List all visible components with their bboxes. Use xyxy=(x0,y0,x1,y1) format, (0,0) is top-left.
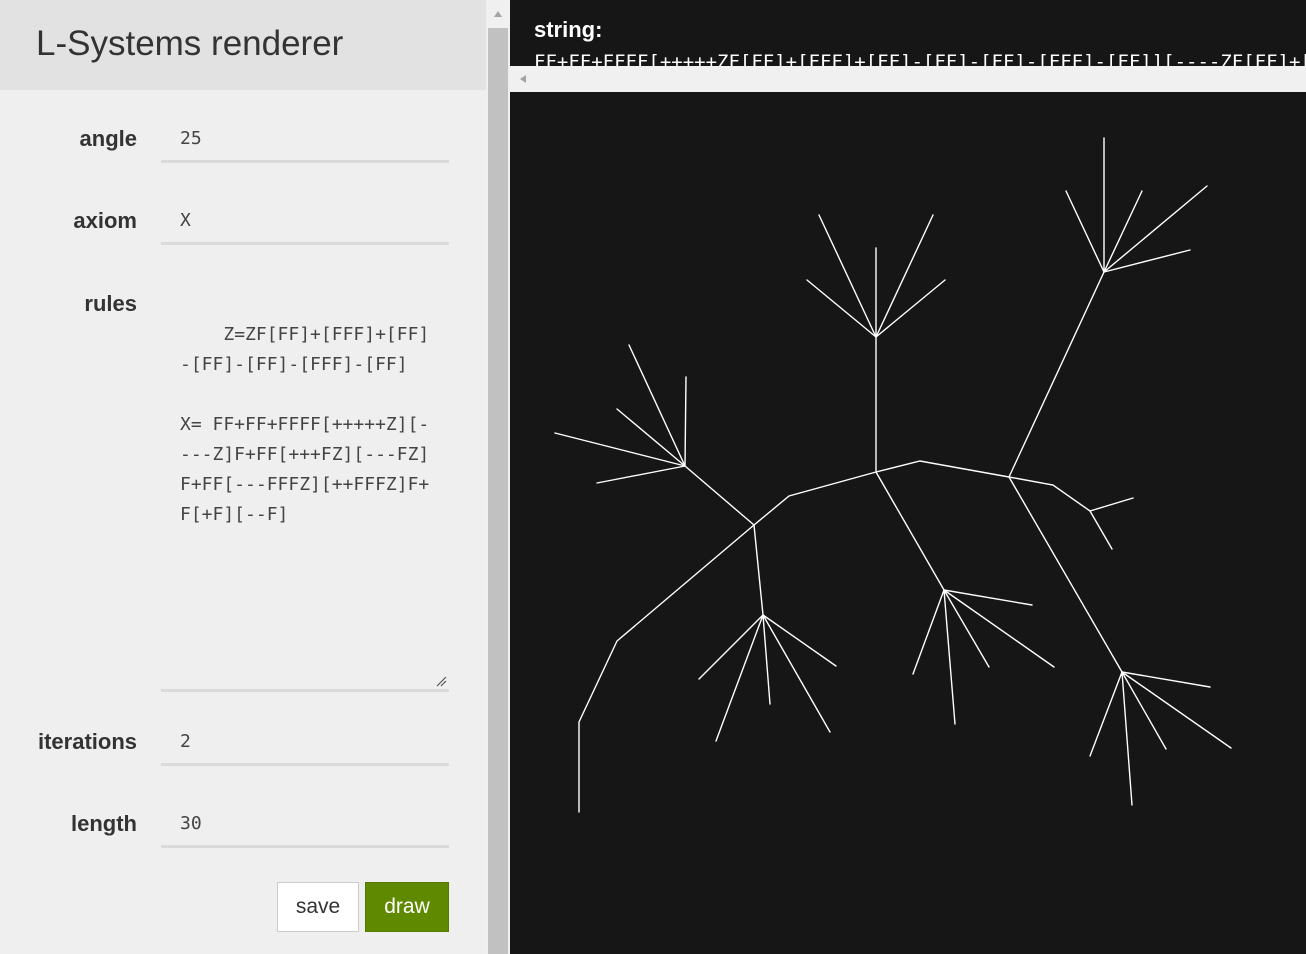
branch-line xyxy=(762,614,771,705)
length-input[interactable]: 30 xyxy=(161,802,449,848)
header: L-Systems renderer xyxy=(0,0,486,90)
axiom-input[interactable]: X xyxy=(161,199,449,245)
draw-button[interactable]: draw xyxy=(365,882,449,932)
string-output: string: FF+FF+FFFF[+++++ZF[FF]+[FFF]+[FF… xyxy=(510,0,1306,92)
page-title: L-Systems renderer xyxy=(36,24,344,63)
branch-line xyxy=(1089,510,1113,550)
length-label: length xyxy=(71,811,137,836)
axiom-label: axiom xyxy=(73,208,137,233)
branch-line xyxy=(698,614,764,680)
branch-line xyxy=(943,589,1055,668)
branch-line xyxy=(715,614,764,742)
branch-line xyxy=(943,589,956,725)
branch-line xyxy=(806,279,877,338)
angle-input[interactable]: 25 xyxy=(161,117,449,163)
string-label: string: xyxy=(534,17,603,42)
rules-textarea[interactable]: Z=ZF[FF]+[FFF]+[FF]-[FF]-[FF]-[FFF]-[FF]… xyxy=(161,286,449,692)
branch-line xyxy=(875,471,945,591)
branch-line xyxy=(1008,271,1105,478)
branch-line xyxy=(1121,671,1133,806)
branch-line xyxy=(1089,671,1123,757)
drawing-canvas xyxy=(554,137,1232,813)
triangle-up-icon xyxy=(494,11,502,17)
branch-line xyxy=(912,589,945,675)
branch-line xyxy=(875,214,934,338)
branch-line xyxy=(1103,190,1143,273)
angle-label: angle xyxy=(79,126,137,151)
branch-line xyxy=(762,614,831,733)
branch-line xyxy=(943,589,1033,606)
triangle-left-icon[interactable] xyxy=(516,72,530,86)
iterations-label: iterations xyxy=(37,729,137,754)
vertical-scrollbar[interactable] xyxy=(486,0,510,954)
resize-grip-icon[interactable] xyxy=(435,675,447,687)
branch-line xyxy=(762,614,837,667)
rules-label: rules xyxy=(84,291,137,316)
main-stem xyxy=(578,460,1134,813)
output-panel: string: FF+FF+FFFF[+++++ZF[FF]+[FFF]+[FF… xyxy=(510,0,1306,954)
branch-line xyxy=(1065,190,1105,273)
branch-line xyxy=(1121,671,1211,688)
branch-line xyxy=(628,344,686,467)
scroll-up-button[interactable] xyxy=(486,0,510,28)
save-button[interactable]: save xyxy=(277,882,359,932)
branch-line xyxy=(1121,671,1167,750)
branch-line xyxy=(684,376,687,467)
branch-line xyxy=(753,524,764,616)
control-panel: L-Systems renderer angle 25 axiom X rule… xyxy=(0,0,486,954)
scrollbar-thumb[interactable] xyxy=(488,28,508,954)
horizontal-scrollbar[interactable] xyxy=(510,66,1306,92)
branch-line xyxy=(943,589,990,668)
rules-text: Z=ZF[FF]+[FFF]+[FF]-[FF]-[FF]-[FFF]-[FF]… xyxy=(180,324,430,525)
iterations-input[interactable]: 2 xyxy=(161,720,449,766)
branch-line xyxy=(684,465,755,526)
branch-line xyxy=(596,465,686,484)
branch-line xyxy=(818,214,877,338)
branch-line xyxy=(1121,671,1232,749)
branch-line xyxy=(875,279,946,338)
